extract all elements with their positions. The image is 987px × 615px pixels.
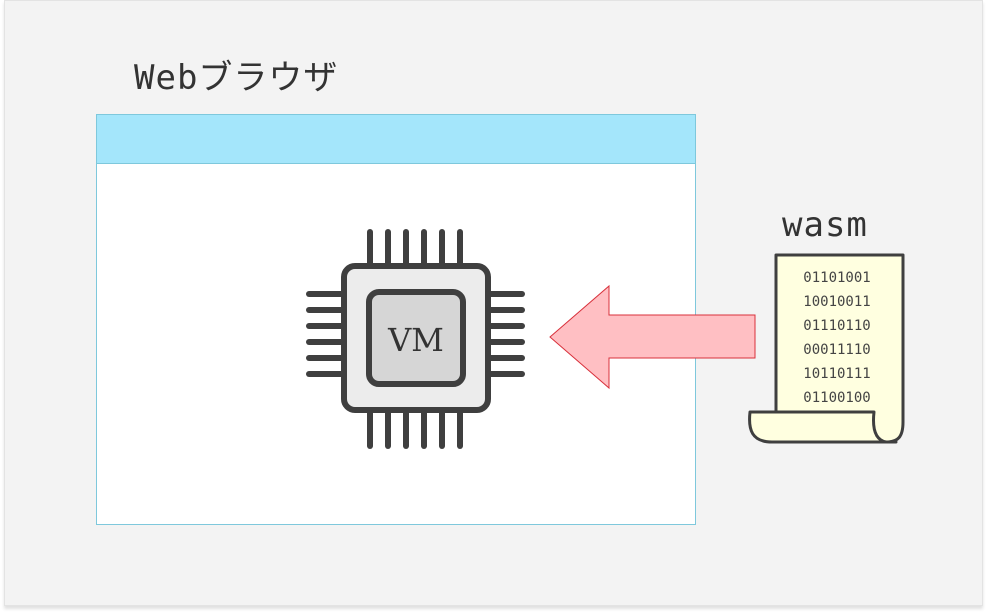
vm-label: VM — [387, 321, 444, 359]
binary-line: 01110110 — [803, 318, 871, 334]
left-arrow-icon — [549, 284, 756, 390]
binary-line: 00011110 — [803, 342, 871, 358]
wasm-binary: 01101001 10010011 01110110 00011110 1011… — [786, 266, 888, 410]
cpu-chip-icon: VM — [306, 229, 525, 449]
binary-line: 01101001 — [803, 270, 871, 286]
binary-line: 10010011 — [803, 294, 871, 310]
binary-line: 01100100 — [803, 390, 871, 406]
binary-line: 10110111 — [803, 366, 871, 382]
wasm-label: wasm — [782, 205, 868, 245]
